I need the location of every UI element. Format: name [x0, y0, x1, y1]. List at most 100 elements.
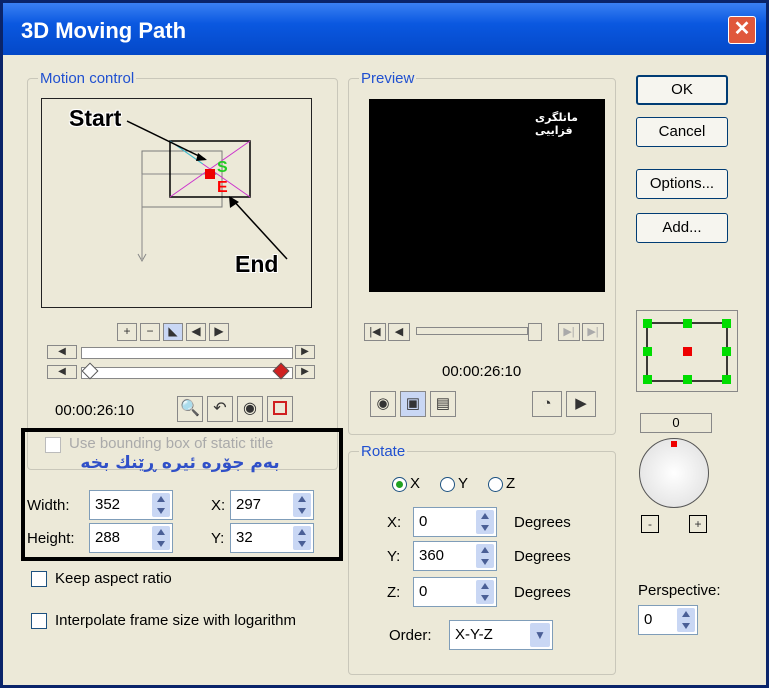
- motion-timecode: 00:00:26:10: [55, 402, 135, 419]
- rotate-label: Rotate: [359, 443, 408, 460]
- motion-path-canvas[interactable]: Start S E End: [41, 98, 312, 308]
- preview-view-icon[interactable]: ◉: [370, 391, 396, 417]
- preview-next-button[interactable]: ▶|: [558, 323, 580, 341]
- spinner-arrows-icon[interactable]: [476, 510, 494, 534]
- x-label: X:: [211, 497, 226, 514]
- slider-bottom-end-button[interactable]: ▶: [295, 365, 315, 379]
- width-label: Width:: [27, 497, 70, 514]
- order-select[interactable]: X-Y-Z ▼: [449, 620, 553, 650]
- dialog-window: 3D Moving Path ✕ Motion control Start S …: [0, 0, 769, 688]
- radio-x-label: X: [410, 475, 421, 492]
- x-spinner[interactable]: 297: [230, 490, 314, 520]
- preview-slider[interactable]: [416, 327, 528, 335]
- speed-icon[interactable]: ◔: [532, 391, 562, 417]
- preview-screen: ماتلگری فزاییی: [369, 99, 605, 292]
- angle-value-box: 0: [640, 413, 712, 433]
- radio-y[interactable]: [440, 477, 455, 492]
- ok-button[interactable]: OK: [636, 75, 728, 105]
- dial-plus-label: +: [694, 517, 702, 531]
- rotate-x-label: X:: [387, 514, 402, 531]
- spinner-arrows-icon[interactable]: [677, 608, 695, 632]
- eye-icon[interactable]: ◉: [237, 396, 263, 422]
- rotate-y-unit: Degrees: [514, 548, 571, 565]
- preview-end-button[interactable]: ▶|: [582, 323, 604, 341]
- height-value: 288: [95, 529, 121, 546]
- rotate-z-spinner[interactable]: 0: [413, 577, 497, 607]
- anchor-grid-svg: [643, 319, 731, 384]
- add-keyframe-button[interactable]: +: [117, 323, 137, 341]
- preview-timecode: 00:00:26:10: [442, 363, 522, 380]
- radio-x[interactable]: [392, 477, 407, 492]
- preview-thumb[interactable]: [528, 323, 542, 341]
- preview-start-button[interactable]: |◀: [364, 323, 386, 341]
- order-label: Order:: [389, 627, 432, 644]
- end-label: End: [235, 251, 279, 277]
- cancel-button-label: Cancel: [658, 123, 706, 140]
- reset-icon[interactable]: ↶: [207, 396, 233, 422]
- radio-z-label: Z: [506, 475, 516, 492]
- slider-top-end-button[interactable]: ▶: [295, 345, 315, 359]
- spinner-arrows-icon[interactable]: [152, 493, 170, 517]
- start-label: Start: [69, 105, 122, 131]
- keep-aspect-checkbox[interactable]: [31, 571, 47, 587]
- close-button[interactable]: ✕: [728, 16, 756, 44]
- height-spinner[interactable]: 288: [89, 523, 173, 553]
- width-spinner[interactable]: 352: [89, 490, 173, 520]
- spinner-arrows-icon[interactable]: [293, 493, 311, 517]
- window-title: 3D Moving Path: [21, 18, 187, 43]
- dial-minus-button[interactable]: -: [641, 515, 659, 533]
- interpolate-checkbox[interactable]: [31, 613, 47, 629]
- motion-slider-top[interactable]: [81, 347, 293, 359]
- preview-label: Preview: [359, 70, 417, 87]
- slider-bottom-start-button[interactable]: ◀: [47, 365, 77, 379]
- y-label: Y:: [211, 530, 225, 547]
- spinner-arrows-icon[interactable]: [476, 580, 494, 604]
- slider-start-button[interactable]: ◀: [47, 345, 77, 359]
- rotate-x-spinner[interactable]: 0: [413, 507, 497, 537]
- spinner-arrows-icon[interactable]: [293, 526, 311, 550]
- use-bbox-label: Use bounding box of static title: [69, 435, 274, 452]
- order-value: X-Y-Z: [455, 626, 493, 643]
- rotate-z-unit: Degrees: [514, 584, 571, 601]
- dial-marker-icon: [671, 441, 677, 447]
- perspective-value: 0: [644, 611, 653, 628]
- preview-prev-button[interactable]: ◀: [388, 323, 410, 341]
- spinner-arrows-icon[interactable]: [476, 544, 494, 568]
- next-keyframe-button[interactable]: ▶: [209, 323, 229, 341]
- angle-value: 0: [672, 415, 680, 430]
- anchor-grid[interactable]: [636, 310, 738, 392]
- title-bar: 3D Moving Path ✕: [3, 3, 766, 55]
- options-button[interactable]: Options...: [636, 169, 728, 199]
- use-bbox-checkbox[interactable]: [45, 437, 61, 453]
- add-button-label: Add...: [662, 219, 702, 236]
- rotate-y-label: Y:: [387, 548, 401, 565]
- perspective-label: Perspective:: [638, 582, 721, 599]
- rotate-x-value: 0: [419, 513, 428, 530]
- play-icon[interactable]: ▶: [566, 391, 596, 417]
- spinner-arrows-icon[interactable]: [152, 526, 170, 550]
- zoom-icon[interactable]: 🔍: [177, 396, 203, 422]
- rotate-y-spinner[interactable]: 360: [413, 541, 497, 571]
- remove-keyframe-button[interactable]: −: [140, 323, 160, 341]
- dial-minus-label: -: [648, 517, 652, 531]
- radio-z[interactable]: [488, 477, 503, 492]
- chevron-down-icon[interactable]: ▼: [530, 623, 550, 647]
- interpolate-label: Interpolate frame size with logarithm: [55, 612, 296, 629]
- dial-plus-button[interactable]: +: [689, 515, 707, 533]
- frame-icon[interactable]: [267, 396, 293, 422]
- prev-keyframe-button[interactable]: ◀: [186, 323, 206, 341]
- add-button[interactable]: Add...: [636, 213, 728, 243]
- y-spinner[interactable]: 32: [230, 523, 314, 553]
- angle-dial[interactable]: [639, 438, 709, 508]
- motion-slider-bottom[interactable]: [81, 367, 293, 379]
- preview-screen-icon[interactable]: ▣: [400, 391, 426, 417]
- preview-monitor-icon[interactable]: ▤: [430, 391, 456, 417]
- rotate-x-unit: Degrees: [514, 514, 571, 531]
- width-value: 352: [95, 496, 121, 513]
- keep-aspect-label: Keep aspect ratio: [55, 570, 172, 587]
- reverse-keyframe-button[interactable]: ◣: [163, 323, 183, 341]
- perspective-spinner[interactable]: 0: [638, 605, 698, 635]
- motion-control-label: Motion control: [38, 70, 137, 87]
- cancel-button[interactable]: Cancel: [636, 117, 728, 147]
- y-value: 32: [236, 529, 253, 546]
